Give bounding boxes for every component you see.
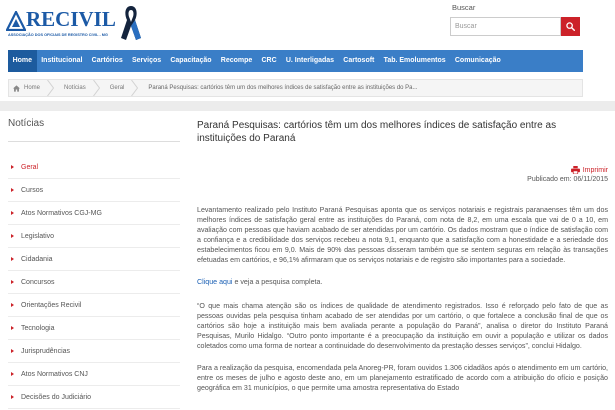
sidebar-item-label: Cidadania: [21, 255, 53, 263]
chevron-right-icon: [11, 303, 14, 307]
sidebar: Notícias Geral Cursos Atos Normativos CG…: [8, 117, 180, 409]
chevron-right-icon: [131, 80, 139, 96]
breadcrumb-home-label: Home: [24, 85, 41, 91]
article: Paraná Pesquisas: cartórios têm um dos m…: [197, 119, 608, 410]
breadcrumb: Home Notícias Geral Paraná Pesquisas: ca…: [8, 79, 583, 97]
sidebar-item-label: Tecnologia: [21, 324, 55, 332]
sidebar-item-label: Atos Normativos CNJ: [21, 370, 88, 378]
triangle-logo-icon: [6, 11, 26, 31]
site-header: RECIVIL ASSOCIAÇÃO DOS OFICIAIS DE REGIS…: [0, 0, 615, 47]
nav-item-u-interligadas[interactable]: U. Interligadas: [281, 50, 338, 72]
sidebar-item-cidadania[interactable]: Cidadania: [8, 248, 180, 271]
main-nav: Home Institucional Cartórios Serviços Ca…: [8, 50, 583, 72]
search-button[interactable]: [561, 17, 580, 36]
sidebar-item-label: Concursos: [21, 278, 55, 286]
chevron-right-icon: [11, 372, 14, 376]
article-title: Paraná Pesquisas: cartórios têm um dos m…: [197, 120, 557, 144]
chevron-right-icon: [11, 395, 14, 399]
nav-item-servicos[interactable]: Serviços: [127, 50, 165, 72]
site-logo[interactable]: RECIVIL ASSOCIAÇÃO DOS OFICIAIS DE REGIS…: [5, 3, 147, 45]
sidebar-item-decisoes-do-judiciario[interactable]: Decisões do Judiciário: [8, 386, 180, 409]
chevron-right-icon: [92, 80, 100, 96]
sidebar-item-jurisprudencias[interactable]: Jurisprudências: [8, 340, 180, 363]
article-paragraph: Levantamento realizado pelo Instituto Pa…: [197, 206, 608, 264]
sidebar-item-concursos[interactable]: Concursos: [8, 271, 180, 294]
sidebar-item-label: Jurisprudências: [21, 347, 71, 355]
print-label: Imprimir: [582, 166, 608, 174]
nav-item-cartorios[interactable]: Cartórios: [87, 50, 127, 72]
sidebar-item-label: Orientações Recivil: [21, 301, 82, 309]
sidebar-item-cursos[interactable]: Cursos: [8, 179, 180, 202]
nav-item-crc[interactable]: CRC: [257, 50, 281, 72]
article-paragraph: “O que mais chama atenção são os índices…: [197, 302, 608, 350]
sidebar-item-geral[interactable]: Geral: [8, 156, 180, 179]
print-button[interactable]: Imprimir: [197, 165, 608, 175]
printer-icon: [570, 166, 580, 174]
survey-link[interactable]: Clique aqui: [197, 278, 233, 286]
sidebar-item-tecnologia[interactable]: Tecnologia: [8, 317, 180, 340]
sidebar-item-atos-normativos-cnj[interactable]: Atos Normativos CNJ: [8, 363, 180, 386]
chevron-right-icon: [11, 257, 14, 261]
chevron-right-icon: [11, 211, 14, 215]
ribbon-icon: [121, 6, 141, 40]
article-paragraph: Para a realização da pesquisa, encomenda…: [197, 364, 608, 392]
logo-text: RECIVIL: [26, 7, 116, 31]
breadcrumb-geral[interactable]: Geral: [100, 80, 132, 96]
sidebar-item-legislativo[interactable]: Legislativo: [8, 225, 180, 248]
sidebar-item-label: Cursos: [21, 186, 44, 194]
sidebar-item-label: Geral: [21, 163, 39, 171]
nav-item-comunicacao[interactable]: Comunicação: [450, 50, 505, 72]
chevron-right-icon: [47, 80, 55, 96]
nav-item-tab-emolumentos[interactable]: Tab. Emolumentos: [379, 50, 450, 72]
breadcrumb-home[interactable]: Home: [9, 80, 47, 96]
chevron-right-icon: [11, 326, 14, 330]
sidebar-item-label: Decisões do Judiciário: [21, 393, 92, 401]
logo-subtitle: ASSOCIAÇÃO DOS OFICIAIS DE REGISTRO CIVI…: [8, 33, 108, 37]
article-link-paragraph: Clique aqui e veja a pesquisa completa.: [197, 277, 608, 287]
page-divider-band: [0, 101, 615, 111]
sidebar-item-orientacoes-recivil[interactable]: Orientações Recivil: [8, 294, 180, 317]
nav-item-home[interactable]: Home: [8, 50, 37, 72]
nav-item-institucional[interactable]: Institucional: [37, 50, 87, 72]
sidebar-item-label: Atos Normativos CGJ-MG: [21, 209, 102, 217]
sidebar-list: Geral Cursos Atos Normativos CGJ-MG Legi…: [8, 156, 180, 409]
sidebar-item-label: Legislativo: [21, 232, 55, 240]
nav-item-cartosoft[interactable]: Cartosoft: [339, 50, 379, 72]
nav-item-capacitacao[interactable]: Capacitação: [166, 50, 216, 72]
breadcrumb-current: Paraná Pesquisas: cartórios têm um dos m…: [148, 85, 418, 91]
search-input[interactable]: [450, 17, 561, 36]
search-label: Buscar: [452, 3, 476, 12]
breadcrumb-noticias[interactable]: Notícias: [54, 80, 93, 96]
link-suffix: e veja a pesquisa completa.: [232, 278, 323, 286]
chevron-right-icon: [11, 349, 14, 353]
home-icon: [13, 84, 20, 92]
chevron-right-icon: [11, 165, 14, 169]
sidebar-item-atos-normativos-cgj-mg[interactable]: Atos Normativos CGJ-MG: [8, 202, 180, 225]
published-date: Publicado em: 06/11/2015: [527, 176, 608, 183]
search-icon: [566, 22, 575, 31]
nav-item-recompe[interactable]: Recompe: [216, 50, 257, 72]
chevron-right-icon: [11, 234, 14, 238]
sidebar-title: Notícias: [8, 117, 180, 142]
chevron-right-icon: [11, 188, 14, 192]
chevron-right-icon: [11, 280, 14, 284]
